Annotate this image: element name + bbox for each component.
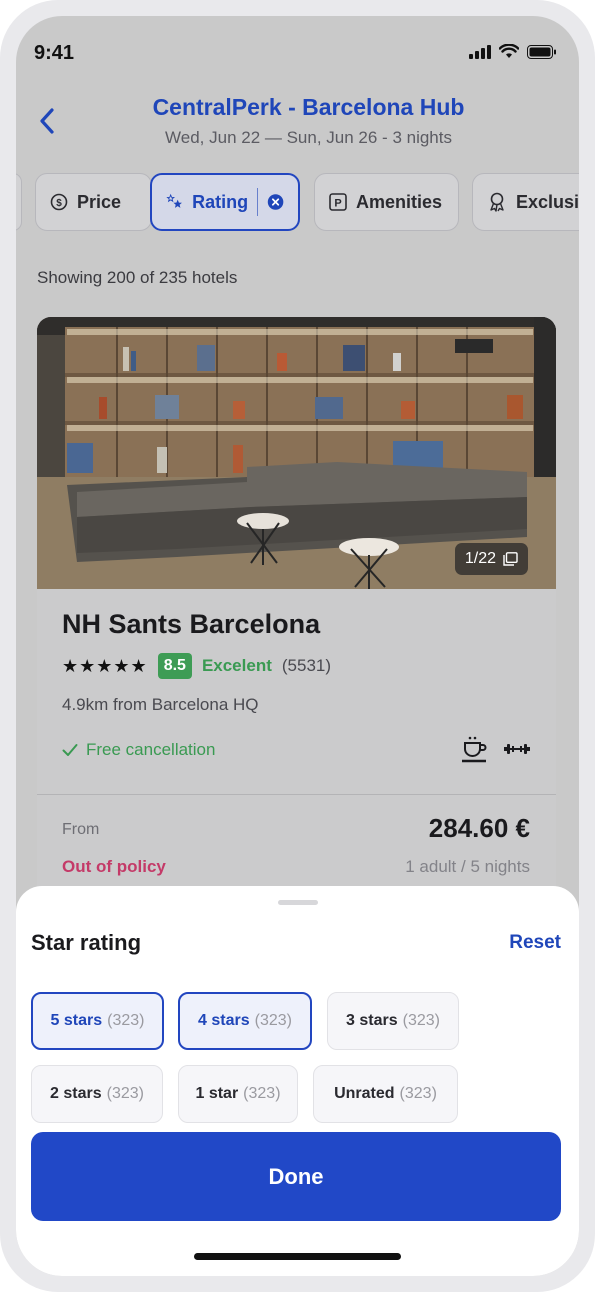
parking-icon: P xyxy=(329,193,347,211)
hotel-name[interactable]: NH Sants Barcelona xyxy=(62,609,320,640)
star-option-1[interactable]: 1 star (323) xyxy=(178,1065,298,1123)
hotel-price: 284.60 € xyxy=(428,813,530,843)
star-rating: ★★★★★ xyxy=(62,655,148,676)
done-button[interactable]: Done xyxy=(31,1132,561,1221)
option-count: (323) xyxy=(243,1085,281,1102)
filter-chip-exclusive[interactable]: Exclusi xyxy=(472,173,579,231)
price-icon: $ xyxy=(50,193,68,211)
option-count: (323) xyxy=(107,1012,145,1029)
reset-button[interactable]: Reset xyxy=(509,932,561,954)
policy-status: Out of policy xyxy=(62,857,166,876)
filter-chip-label: Rating xyxy=(192,191,249,212)
card-divider xyxy=(37,794,556,795)
svg-text:P: P xyxy=(334,198,341,210)
option-count: (323) xyxy=(402,1012,440,1029)
screen: 9:41 CentralPerk - Barcelona Hub Wed, Ju… xyxy=(16,16,579,1276)
filter-chips: $ Price Rating P Amenities Exclusi xyxy=(16,173,579,231)
star-option-2[interactable]: 2 stars (323) xyxy=(31,1065,163,1123)
gallery-icon xyxy=(503,552,518,566)
battery-icon xyxy=(527,44,556,59)
free-cancellation: Free cancellation xyxy=(62,740,215,760)
review-count: (5531) xyxy=(281,656,332,675)
filter-chip-previous[interactable] xyxy=(16,173,22,231)
svg-text:$: $ xyxy=(56,198,62,209)
option-count: (323) xyxy=(254,1012,292,1029)
option-label: 3 stars xyxy=(346,1012,398,1029)
gym-icon xyxy=(504,744,530,754)
filter-chip-label: Price xyxy=(77,191,122,212)
award-icon xyxy=(490,192,504,212)
guests-nights: 1 adult / 5 nights xyxy=(405,857,530,876)
review-score-badge: 8.5 xyxy=(157,653,192,679)
star-option-3[interactable]: 3 stars (323) xyxy=(327,992,459,1050)
option-label: 5 stars xyxy=(50,1012,103,1029)
clear-filter-icon[interactable] xyxy=(267,191,284,213)
status-time: 9:41 xyxy=(34,42,75,64)
option-count: (323) xyxy=(106,1085,144,1102)
star-option-5[interactable]: 5 stars (323) xyxy=(31,992,164,1050)
status-icons xyxy=(469,44,557,59)
rating-row: ★★★★★ 8.5 Excelent (5531) xyxy=(62,653,331,679)
filter-chip-price[interactable]: $ Price xyxy=(35,173,152,231)
chip-separator xyxy=(257,188,258,216)
page-title: CentralPerk - Barcelona Hub xyxy=(152,94,465,120)
filter-chip-amenities[interactable]: P Amenities xyxy=(314,173,459,231)
option-count: (323) xyxy=(399,1085,437,1102)
photo-counter: 1/22 xyxy=(454,543,528,575)
option-label: 1 star xyxy=(195,1085,239,1102)
sheet-drag-handle[interactable] xyxy=(278,900,318,905)
breakfast-icon xyxy=(462,736,487,763)
stars-icon xyxy=(166,193,182,208)
amenity-icons xyxy=(460,735,530,763)
home-indicator xyxy=(194,1253,401,1260)
filter-chip-label: Exclusi xyxy=(516,191,579,212)
option-label: Unrated xyxy=(334,1085,395,1102)
star-option-4[interactable]: 4 stars (323) xyxy=(178,992,312,1050)
star-option-unrated[interactable]: Unrated (323) xyxy=(313,1065,458,1123)
results-count: Showing 200 of 235 hotels xyxy=(37,268,238,287)
filter-chip-label: Amenities xyxy=(356,191,443,212)
trip-dates: Wed, Jun 22 — Sun, Jun 26 - 3 nights xyxy=(165,128,452,147)
hotel-distance: 4.9km from Barcelona HQ xyxy=(62,695,259,714)
review-score-label: Excelent xyxy=(201,656,272,675)
photo-counter-label: 1/22 xyxy=(464,550,496,567)
wifi-icon xyxy=(499,44,519,58)
cancellation-label: Free cancellation xyxy=(86,740,216,759)
option-label: 2 stars xyxy=(50,1085,102,1102)
hotel-card[interactable]: 1/22 NH Sants Barcelona ★★★★★ 8.5 Excele… xyxy=(37,317,556,917)
option-label: 4 stars xyxy=(198,1012,250,1029)
star-rating-sheet: Star rating Reset 5 stars (323) 4 stars (3… xyxy=(16,886,579,1276)
phone-frame: 9:41 CentralPerk - Barcelona Hub Wed, Ju… xyxy=(0,0,595,1292)
sheet-title: Star rating xyxy=(31,930,142,955)
signal-icon xyxy=(469,44,491,59)
filter-chip-rating[interactable]: Rating xyxy=(150,173,300,231)
check-icon xyxy=(62,744,78,756)
price-prefix: From xyxy=(62,821,100,838)
